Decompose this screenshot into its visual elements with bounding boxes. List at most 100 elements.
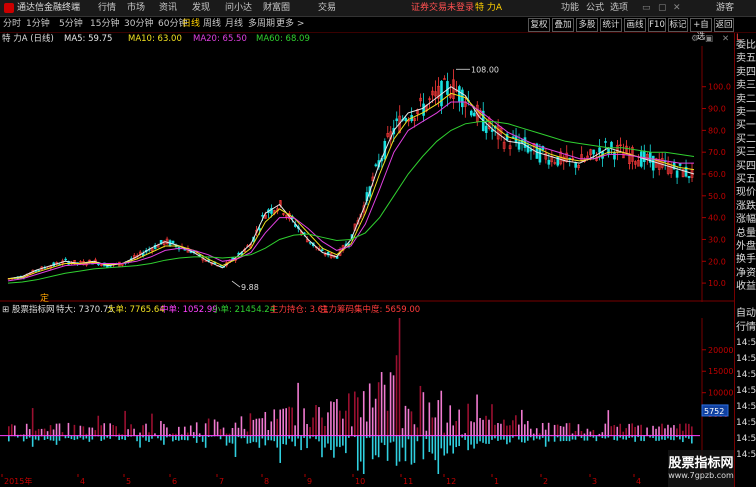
candle-body	[547, 159, 551, 165]
candle-body	[446, 81, 449, 95]
tab-more[interactable]: 更多 >	[276, 19, 304, 30]
menu-shichang[interactable]: 市场	[127, 3, 145, 14]
volume-bar-neg	[201, 435, 204, 442]
volume-bar-pos	[586, 428, 589, 436]
volume-bar-pos	[616, 426, 619, 436]
tongji-button[interactable]: 统计	[600, 18, 622, 32]
candle-body	[687, 176, 691, 179]
volume-bar-pos	[34, 430, 37, 436]
login-status[interactable]: 证券交易未登录	[411, 3, 474, 14]
menu-xuanxiang[interactable]: 选项	[610, 3, 628, 14]
volume-bar-pos	[476, 394, 478, 436]
volume-chart[interactable]: 20000150001000050005752	[0, 318, 734, 474]
volume-bar-pos	[488, 419, 490, 436]
diejia-button[interactable]: 叠加	[552, 18, 574, 32]
panel-hangqing-label[interactable]: 行情	[736, 321, 756, 334]
menu-gongneng[interactable]: 功能	[561, 3, 579, 14]
duogu-button[interactable]: 多股	[576, 18, 598, 32]
volume-bar-pos	[297, 382, 299, 436]
volume-bar-neg	[509, 435, 511, 443]
volume-bar-neg	[52, 435, 55, 441]
tab-fenshi[interactable]: 分时	[3, 19, 21, 30]
volume-bar-pos	[46, 431, 49, 436]
settings-icon[interactable]: ⚙	[691, 34, 699, 45]
price-chart[interactable]: 10.0 20.0 30.0 40.0 50.0 60.0 70.0 80.0 90.0 100.…	[0, 46, 734, 302]
close-panel-icon[interactable]: ✕	[722, 34, 729, 45]
volume-bar-neg	[407, 435, 410, 440]
volume-bar-pos	[276, 418, 279, 436]
volume-bar-neg	[178, 435, 180, 441]
stock-title: 特 力A	[475, 3, 503, 13]
x-tick-label: 4	[636, 477, 641, 486]
volume-bar-pos	[246, 431, 249, 436]
volume-bar-pos	[556, 424, 559, 436]
volume-bar-pos	[479, 418, 481, 436]
volume-bar-neg	[306, 435, 308, 449]
menu-jiaoyi[interactable]: 交易	[318, 3, 336, 14]
volume-bar-neg	[518, 435, 520, 440]
volume-bar-neg	[225, 435, 228, 446]
volume-bar-pos	[315, 405, 317, 436]
tab-duozhouqi[interactable]: 多周期	[248, 19, 275, 30]
volume-bar-pos	[512, 420, 514, 436]
volume-bar-neg	[616, 435, 619, 441]
menu-faxian[interactable]: 发现	[192, 3, 210, 14]
volume-bar-neg	[634, 435, 636, 442]
volume-bar-neg	[46, 435, 49, 439]
tab-15min[interactable]: 15分钟	[90, 19, 119, 30]
candle-body	[64, 258, 67, 261]
volume-bar-pos	[351, 426, 353, 436]
volume-bar-neg	[371, 435, 374, 460]
x-tick-label: 3	[592, 477, 597, 486]
volume-bar-pos	[151, 413, 153, 436]
volume-bar-neg	[324, 435, 326, 448]
menu-gongshi[interactable]: 公式	[586, 3, 604, 14]
volume-bar-pos	[661, 423, 663, 436]
volume-bar-pos	[473, 422, 475, 436]
menu-hangqing[interactable]: 行情	[98, 3, 116, 14]
menu-zixun[interactable]: 资讯	[159, 3, 177, 14]
volume-bar-neg	[359, 435, 362, 462]
volume-bar-pos	[413, 424, 416, 436]
volume-bar-pos	[124, 410, 126, 436]
volume-bar-pos	[97, 415, 100, 436]
restore-icon[interactable]: ▢	[658, 3, 667, 14]
menu-wenxiaoda[interactable]: 问小达	[225, 3, 252, 14]
volume-bar-neg	[374, 435, 377, 456]
volume-bar-pos	[219, 429, 222, 436]
volume-bar-pos	[574, 430, 577, 436]
huaxian-button[interactable]: 画线	[624, 18, 646, 32]
close-icon[interactable]: ✕	[673, 3, 681, 14]
f10-button[interactable]: F10	[648, 18, 666, 32]
volume-bar-neg	[440, 435, 443, 449]
menu-caifuquan[interactable]: 财富圈	[263, 3, 290, 14]
add-watchlist-button[interactable]: +自选	[690, 18, 712, 42]
volume-bar-neg	[404, 435, 407, 462]
tab-rixian[interactable]: 日线	[182, 19, 200, 30]
volume-bar-neg	[264, 435, 267, 446]
volume-bar-pos	[148, 432, 150, 436]
volume-bar-pos	[431, 417, 434, 436]
tab-yuexian[interactable]: 月线	[225, 19, 243, 30]
tab-1min[interactable]: 1分钟	[26, 19, 50, 30]
volume-bar-pos	[73, 424, 76, 436]
volume-bar-neg	[121, 435, 123, 440]
volume-bar-pos	[82, 426, 85, 436]
volume-bar-neg	[458, 435, 460, 447]
candle-body	[404, 117, 407, 122]
period-toolbar: 分时 1分钟 5分钟 15分钟 30分钟 60分钟 日线 周线 月线 多周期 更…	[0, 17, 756, 42]
fuquan-button[interactable]: 复权	[528, 18, 550, 32]
tab-30min[interactable]: 30分钟	[124, 19, 153, 30]
panel-auto-label[interactable]: 自动	[736, 307, 756, 320]
biaoji-button[interactable]: 标记	[668, 18, 688, 32]
tab-zhouxian[interactable]: 周线	[203, 19, 221, 30]
expand-icon[interactable]: ▣	[705, 34, 713, 45]
tab-5min[interactable]: 5分钟	[59, 19, 83, 30]
price-tick-label: 40.0	[708, 214, 726, 223]
x-tick-label: 7	[219, 477, 224, 486]
stock-period-label: 特 力A (日线)	[2, 34, 54, 44]
minimize-icon[interactable]: ▭	[642, 3, 651, 14]
volume-bar-pos	[547, 422, 550, 436]
guest-label[interactable]: 游客	[716, 3, 734, 14]
back-button[interactable]: 返回	[714, 18, 734, 32]
